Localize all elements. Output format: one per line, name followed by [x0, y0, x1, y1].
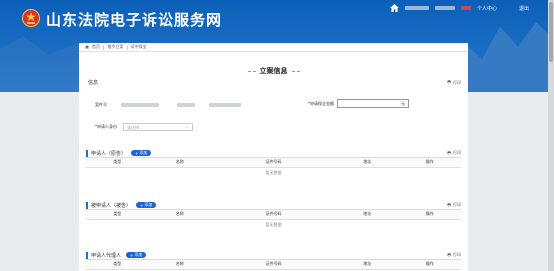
- section-marker: [86, 149, 88, 157]
- applicant-identity-label: *申请人身份: [95, 124, 117, 129]
- printer-icon: 🖶: [447, 201, 451, 207]
- printer-icon: 🖶: [447, 79, 451, 84]
- home-icon[interactable]: [390, 4, 399, 12]
- section-title: 申请人代理人: [91, 252, 122, 259]
- agent-section: 申请人代理人 + 添加 🖶 打印 类型 名称 证件号码 地址 操作: [86, 251, 461, 270]
- add-applicant-button[interactable]: + 添加: [131, 150, 152, 156]
- title-divider: [291, 70, 300, 72]
- scrollbar-thumb[interactable]: [549, 2, 553, 62]
- section-header: 申请人代理人 + 添加 🖶 打印: [86, 251, 461, 260]
- breadcrumb-home-icon: [85, 45, 89, 49]
- column-header: 地址: [336, 158, 399, 168]
- section-marker: [86, 251, 88, 259]
- amount-input[interactable]: 元: [337, 99, 409, 108]
- section-title: 申请人（原告）: [91, 150, 127, 157]
- obscured-case-number: [209, 103, 241, 107]
- plus-icon: +: [130, 252, 134, 258]
- column-header: 类型: [86, 210, 149, 220]
- print-button[interactable]: 🖶 打印: [447, 252, 461, 259]
- column-header: 类型: [86, 260, 149, 270]
- print-button[interactable]: 🖶 打印: [447, 79, 461, 86]
- breadcrumb-item[interactable]: 指令立案: [107, 44, 123, 50]
- respondent-section: 被申请人（被告） + 添加 🖶 打印 类型 名称 证件号码 地址 操作 暂无数据: [86, 201, 461, 230]
- logout-link[interactable]: 退出: [519, 5, 529, 12]
- column-header: 名称: [148, 158, 211, 168]
- column-header: 地址: [336, 210, 399, 220]
- column-header: 证件号码: [211, 210, 336, 220]
- applicant-identity-select[interactable]: 请选择 ⌄: [123, 123, 193, 131]
- column-header: 操作: [398, 260, 461, 270]
- add-agent-button[interactable]: + 添加: [126, 252, 147, 258]
- applicant-section: 申请人（原告） + 添加 🖶 打印 类型 名称 证件号码 地址 操作 暂无数据: [86, 149, 461, 178]
- notification-badge[interactable]: [460, 6, 471, 10]
- add-respondent-button[interactable]: + 添加: [136, 202, 157, 208]
- amount-unit: 元: [401, 101, 405, 106]
- amount-row: *申请保全金额 元: [308, 99, 409, 108]
- section-title: 信息: [88, 80, 99, 86]
- obscured-case-number: [177, 103, 195, 107]
- empty-state: 暂无数据: [265, 221, 282, 227]
- personal-center-link[interactable]: 个人中心: [477, 5, 497, 12]
- page-title-wrap: 立案信息: [79, 66, 468, 76]
- applicant-table: 类型 名称 证件号码 地址 操作 暂无数据: [86, 158, 461, 178]
- case-number-label: 案件号: [95, 102, 107, 107]
- top-navigation: 个人中心 退出: [390, 4, 529, 12]
- obscured-case-number: [121, 103, 159, 107]
- breadcrumb-item: 诉中保全: [130, 44, 147, 49]
- section-header: 信息 🖶 打印: [86, 78, 461, 87]
- applicant-identity-row: *申请人身份 请选择 ⌄: [95, 123, 193, 131]
- column-header: 证件号码: [211, 260, 336, 270]
- section-header: 被申请人（被告） + 添加 🖶 打印: [86, 201, 461, 210]
- column-header: 地址: [336, 260, 399, 270]
- print-button[interactable]: 🖶 打印: [447, 150, 461, 157]
- banner-decoration: [0, 36, 80, 92]
- main-content-panel: 首页 | 指令立案 | 诉中保全 立案信息 信息 🖶 打印 案件号 *申请保全金额 元…: [79, 43, 468, 271]
- agent-table: 类型 名称 证件号码 地址 操作: [86, 260, 461, 270]
- plus-icon: +: [140, 202, 144, 208]
- breadcrumb-item[interactable]: 首页: [92, 44, 100, 50]
- site-title: 山东法院电子诉讼服务网: [46, 11, 223, 29]
- court-emblem-icon: [22, 9, 40, 27]
- column-header: 类型: [86, 158, 149, 168]
- title-divider: [247, 70, 256, 72]
- printer-icon: 🖶: [447, 149, 451, 155]
- column-header: 名称: [148, 210, 211, 220]
- amount-label: *申请保全金额: [308, 100, 334, 106]
- page-scrollbar[interactable]: [548, 0, 554, 271]
- plus-icon: +: [135, 150, 139, 156]
- column-header: 名称: [148, 260, 211, 270]
- page-title: 立案信息: [259, 67, 288, 75]
- chevron-down-icon: ⌄: [185, 124, 189, 129]
- section-marker: [86, 201, 88, 209]
- print-button[interactable]: 🖶 打印: [447, 202, 461, 209]
- section-header: 申请人（原告） + 添加 🖶 打印: [86, 149, 461, 158]
- breadcrumb: 首页 | 指令立案 | 诉中保全: [79, 43, 468, 52]
- obscured-username: [404, 6, 429, 10]
- column-header: 证件号码: [211, 158, 336, 168]
- section-title: 被申请人（被告）: [91, 202, 132, 209]
- column-header: 操作: [398, 158, 461, 168]
- empty-state: 暂无数据: [265, 169, 282, 175]
- column-header: 操作: [398, 210, 461, 220]
- printer-icon: 🖶: [447, 251, 451, 257]
- case-number-row: 案件号: [95, 102, 241, 108]
- respondent-table: 类型 名称 证件号码 地址 操作 暂无数据: [86, 210, 461, 230]
- obscured-info: [434, 6, 455, 10]
